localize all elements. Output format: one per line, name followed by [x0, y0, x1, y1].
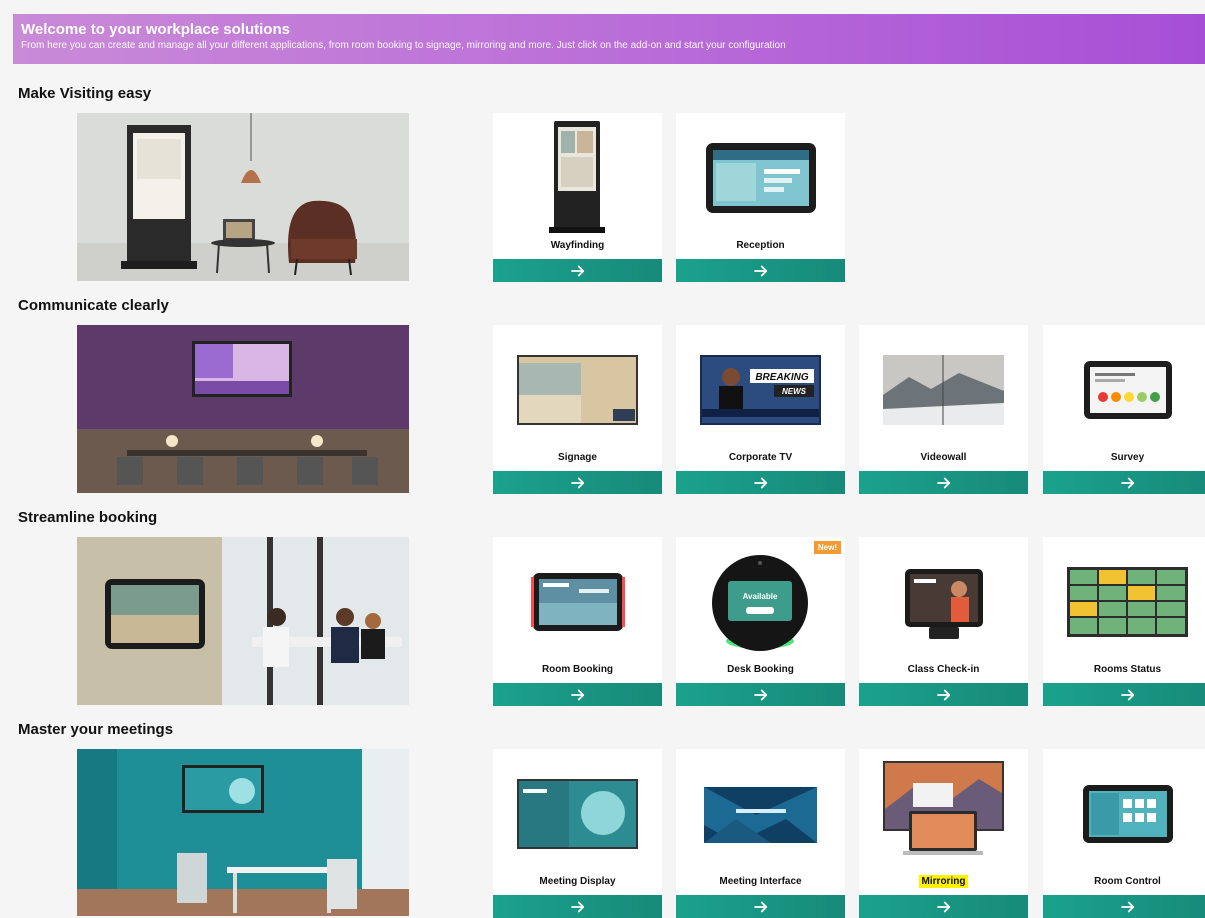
meeting-display-open-button[interactable]	[493, 895, 662, 918]
card-label-room-booking: Room Booking	[541, 664, 614, 675]
arrow-right-icon	[569, 898, 587, 916]
meeting-display-thumbnail	[493, 749, 662, 889]
desk-booking-open-button[interactable]	[676, 683, 845, 706]
room-booking-thumbnail	[493, 537, 662, 677]
hero-image-booking	[77, 537, 409, 705]
arrow-right-icon	[935, 474, 953, 492]
card-label-room-control: Room Control	[1094, 876, 1161, 887]
desk-booking-thumbnail: Available	[676, 537, 845, 677]
hero-image-visiting	[77, 113, 409, 281]
card-room-booking[interactable]: Room Booking	[493, 537, 662, 706]
reception-open-button[interactable]	[676, 259, 845, 282]
arrow-right-icon	[752, 474, 770, 492]
card-desk-booking[interactable]: New! Available Desk Booking	[676, 537, 845, 706]
arrow-right-icon	[935, 898, 953, 916]
mirroring-open-button[interactable]	[859, 895, 1028, 918]
arrow-right-icon	[1119, 898, 1137, 916]
hero-image-communicate	[77, 325, 409, 493]
videowall-thumbnail	[859, 325, 1028, 465]
banner-subtitle: From here you can create and manage all …	[21, 40, 786, 51]
card-corporate-tv[interactable]: BREAKING NEWS Corporate TV	[676, 325, 845, 494]
card-survey[interactable]: Survey	[1043, 325, 1205, 494]
wayfinding-open-button[interactable]	[493, 259, 662, 282]
arrow-right-icon	[1119, 474, 1137, 492]
card-label-signage: Signage	[558, 452, 597, 463]
class-check-in-open-button[interactable]	[859, 683, 1028, 706]
videowall-open-button[interactable]	[859, 471, 1028, 494]
card-label-meeting-interface: Meeting Interface	[719, 876, 802, 887]
hero-image-meetings	[77, 749, 409, 916]
room-booking-open-button[interactable]	[493, 683, 662, 706]
card-label-desk-booking: Desk Booking	[727, 664, 794, 675]
wayfinding-thumbnail	[493, 113, 662, 253]
banner-title: Welcome to your workplace solutions	[21, 21, 290, 38]
rooms-status-open-button[interactable]	[1043, 683, 1205, 706]
arrow-right-icon	[752, 898, 770, 916]
card-label-rooms-status: Rooms Status	[1093, 664, 1162, 675]
card-label-corporate-tv: Corporate TV	[728, 452, 793, 463]
card-label-class-check-in: Class Check-in	[907, 664, 980, 675]
breaking-text: BREAKING	[755, 372, 809, 383]
section-title-communicate: Communicate clearly	[18, 297, 169, 314]
card-meeting-interface[interactable]: Meeting Interface	[676, 749, 845, 918]
card-label-mirroring: Mirroring	[859, 875, 1028, 888]
arrow-right-icon	[752, 262, 770, 280]
card-label-meeting-display: Meeting Display	[539, 876, 616, 887]
arrow-right-icon	[935, 686, 953, 704]
section-title-visiting: Make Visiting easy	[18, 85, 152, 102]
arrow-right-icon	[1119, 686, 1137, 704]
class-check-in-thumbnail	[859, 537, 1028, 677]
room-control-open-button[interactable]	[1043, 895, 1205, 918]
arrow-right-icon	[569, 686, 587, 704]
card-videowall[interactable]: Videowall	[859, 325, 1028, 494]
card-mirroring[interactable]: Mirroring	[859, 749, 1028, 918]
mirroring-thumbnail	[859, 749, 1028, 889]
available-text: Available	[743, 592, 778, 601]
signage-thumbnail	[493, 325, 662, 465]
corporate-tv-thumbnail: BREAKING NEWS	[676, 325, 845, 465]
arrow-right-icon	[569, 474, 587, 492]
card-label-videowall: Videowall	[920, 452, 967, 463]
room-control-thumbnail	[1043, 749, 1205, 889]
survey-open-button[interactable]	[1043, 471, 1205, 494]
card-rooms-status[interactable]: Rooms Status	[1043, 537, 1205, 706]
mirroring-label-text: Mirroring	[918, 875, 969, 888]
card-meeting-display[interactable]: Meeting Display	[493, 749, 662, 918]
card-class-check-in[interactable]: Class Check-in	[859, 537, 1028, 706]
meeting-interface-thumbnail	[676, 749, 845, 889]
signage-open-button[interactable]	[493, 471, 662, 494]
rooms-status-thumbnail	[1043, 537, 1205, 677]
card-label-survey: Survey	[1110, 452, 1145, 463]
card-reception[interactable]: Reception	[676, 113, 845, 282]
corporate-tv-open-button[interactable]	[676, 471, 845, 494]
section-title-meetings: Master your meetings	[18, 721, 174, 738]
arrow-right-icon	[752, 686, 770, 704]
reception-thumbnail	[676, 113, 845, 253]
card-room-control[interactable]: Room Control	[1043, 749, 1205, 918]
meeting-interface-open-button[interactable]	[676, 895, 845, 918]
card-signage[interactable]: Signage	[493, 325, 662, 494]
news-text: NEWS	[782, 387, 807, 396]
survey-thumbnail	[1043, 325, 1205, 465]
card-wayfinding[interactable]: Wayfinding	[493, 113, 662, 282]
card-label-wayfinding: Wayfinding	[550, 240, 605, 251]
card-label-reception: Reception	[736, 240, 785, 251]
welcome-banner: Welcome to your workplace solutions From…	[13, 14, 1205, 64]
arrow-right-icon	[569, 262, 587, 280]
section-title-booking: Streamline booking	[18, 509, 158, 526]
